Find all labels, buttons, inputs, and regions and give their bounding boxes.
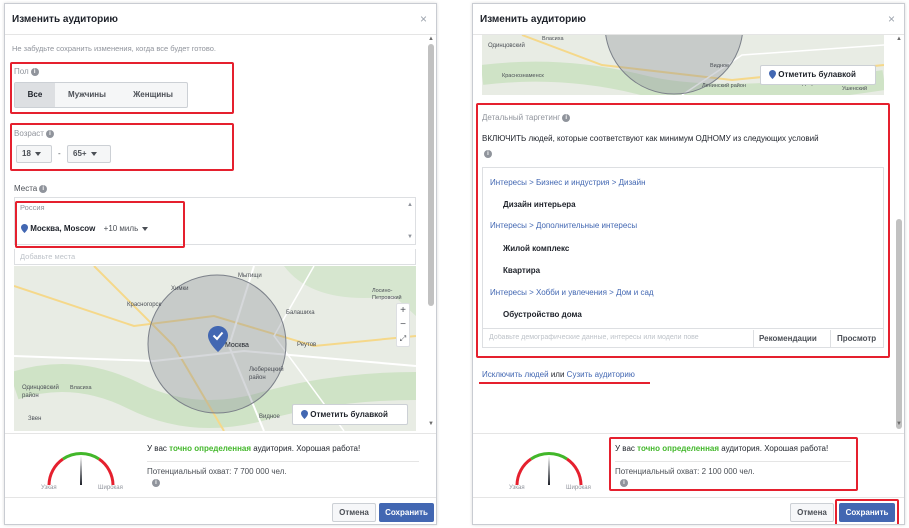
divider xyxy=(5,433,436,434)
scrollbar-thumb[interactable] xyxy=(428,44,434,306)
save-reminder: Не забудьте сохранить изменения, когда в… xyxy=(12,44,216,53)
map-label: Лосино-Петровский xyxy=(372,288,402,301)
pin-icon xyxy=(769,70,776,80)
map-label: Видное xyxy=(710,63,730,69)
highlight-box xyxy=(15,201,185,248)
map-label: Химки xyxy=(171,286,189,292)
info-icon: i xyxy=(152,478,160,487)
scroll-down-icon[interactable]: ▼ xyxy=(428,421,434,427)
highlight-underline xyxy=(479,382,650,384)
zoom-controls: + − ⤢ xyxy=(396,303,410,347)
right-dialog: Изменить аудиторию × Одинцовский Власиха… xyxy=(472,3,905,525)
save-button[interactable]: Сохранить xyxy=(379,503,434,522)
highlight-box xyxy=(10,62,234,114)
scroll-up-icon[interactable]: ▲ xyxy=(407,202,413,208)
map-label: Ушенский xyxy=(842,86,868,92)
drop-pin-button[interactable]: Отметить булавкой xyxy=(292,404,408,425)
zoom-in-button[interactable]: + xyxy=(397,304,409,318)
map-label: Мытищи xyxy=(238,273,262,279)
gauge-narrow-label: Узкая xyxy=(41,485,57,491)
scrollbar-thumb[interactable] xyxy=(896,219,902,429)
add-places-input[interactable]: Добавьте места xyxy=(14,249,416,265)
map-label: Реутов xyxy=(297,342,317,348)
highlight-box xyxy=(10,123,234,171)
audience-status: У вас точно определенная аудитория. Хоро… xyxy=(147,444,361,453)
map-label: Красногорск xyxy=(127,302,162,308)
potential-reach: Потенциальный охват: 7 700 000 чел. xyxy=(147,467,287,476)
info-icon: i xyxy=(39,184,48,193)
highlight-box xyxy=(609,437,858,491)
map-label: Власиха xyxy=(542,36,564,42)
map-label: Балашиха xyxy=(286,310,315,316)
zoom-out-button[interactable]: − xyxy=(397,318,409,332)
map-label: Одинцовский xyxy=(488,43,525,49)
scroll-down-icon[interactable]: ▼ xyxy=(407,234,413,240)
dialog-header: Изменить аудиторию × xyxy=(473,4,904,35)
cancel-button[interactable]: Отмена xyxy=(790,503,834,522)
gauge-wide-label: Широкая xyxy=(98,485,123,491)
map-label-city: Москва xyxy=(225,342,249,349)
map-label: Люберецкий район xyxy=(249,367,284,381)
scroll-down-icon[interactable]: ▼ xyxy=(896,421,902,427)
divider xyxy=(473,497,904,498)
divider xyxy=(473,433,904,434)
audience-gauge-icon xyxy=(47,452,115,486)
scroll-up-icon[interactable]: ▲ xyxy=(428,36,434,42)
cancel-button[interactable]: Отмена xyxy=(332,503,376,522)
audience-gauge-icon xyxy=(515,452,583,486)
divider xyxy=(147,461,419,462)
map-label: Звен xyxy=(28,416,42,422)
exclude-narrow-links: Исключить людей или Сузить аудиторию xyxy=(482,370,635,379)
map-label: Краснознаменск xyxy=(502,73,544,79)
close-icon[interactable]: × xyxy=(420,12,427,26)
highlight-box xyxy=(835,499,899,524)
dialog-title: Изменить аудиторию xyxy=(480,14,586,25)
map[interactable]: Мытищи Химки Лосино-Петровский Красногор… xyxy=(14,266,416,431)
narrow-audience-link[interactable]: Сузить аудиторию xyxy=(567,370,635,379)
dialog-title: Изменить аудиторию xyxy=(12,14,118,25)
divider xyxy=(5,497,436,498)
places-label: Места i xyxy=(14,184,48,193)
pin-icon xyxy=(301,410,308,420)
map-marker-icon xyxy=(208,326,228,352)
dialog-header: Изменить аудиторию × xyxy=(5,4,436,35)
close-icon[interactable]: × xyxy=(888,12,895,26)
left-dialog: Изменить аудиторию × Не забудьте сохрани… xyxy=(4,3,437,525)
exclude-people-link[interactable]: Исключить людей xyxy=(482,370,549,379)
drop-pin-button[interactable]: Отметить булавкой xyxy=(760,65,876,85)
gauge-narrow-label: Узкая xyxy=(509,485,525,491)
map-label: Одинцовский район xyxy=(22,385,59,399)
map[interactable]: Одинцовский Власиха Краснознаменск Видно… xyxy=(482,35,884,95)
map-label: Ленинский район xyxy=(702,83,746,89)
gauge-wide-label: Широкая xyxy=(566,485,591,491)
highlight-box xyxy=(476,103,890,358)
map-label: Видное xyxy=(259,414,280,420)
add-places-placeholder: Добавьте места xyxy=(20,252,76,261)
expand-map-button[interactable]: ⤢ xyxy=(397,332,409,346)
scroll-up-icon[interactable]: ▲ xyxy=(896,36,902,42)
map-label: Власиха xyxy=(70,385,92,391)
